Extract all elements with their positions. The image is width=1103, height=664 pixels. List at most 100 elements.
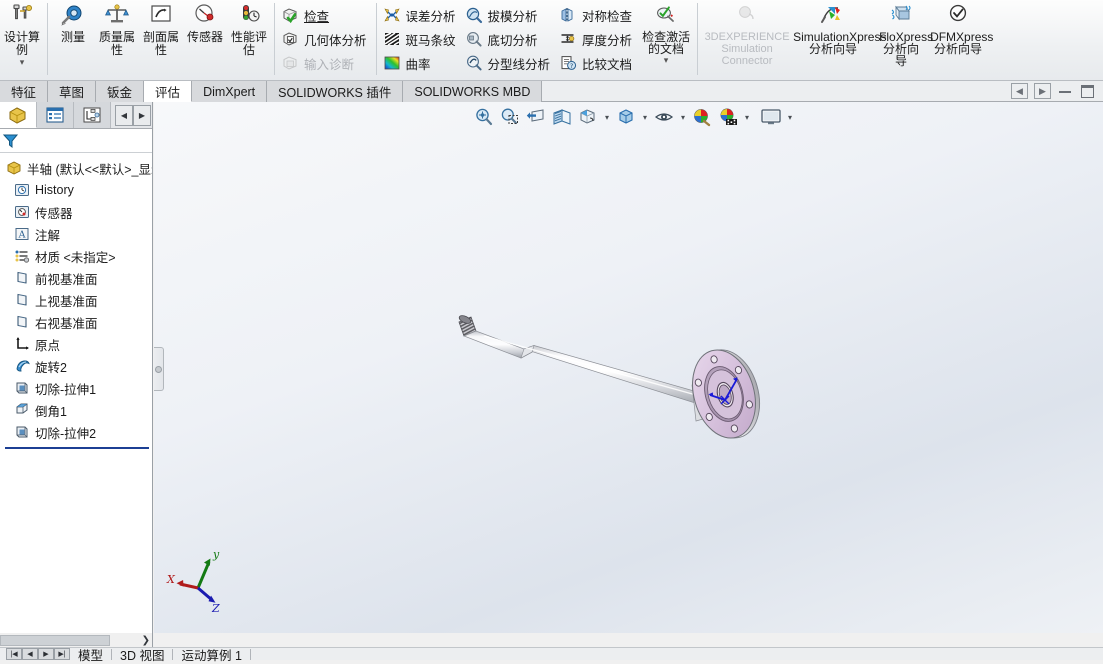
panel-nav-forward[interactable]: ▶ [133,104,151,126]
tab-sketch[interactable]: 草图 [48,81,97,102]
zoom-to-area-button[interactable] [498,105,522,129]
floxpress-button[interactable]: FloXpress 分析向导 [873,0,933,80]
filter-icon [2,132,20,150]
tab-solidworks-mbd[interactable]: SOLIDWORKS MBD [403,81,543,102]
design-study-button[interactable]: 设计算例 ▾ [0,0,44,80]
tree-item-annotations[interactable]: A 注解 [2,223,152,245]
symmetry-check-icon [559,6,577,24]
tree-item-right-plane[interactable]: 右视基准面 [2,311,152,333]
check-active-document-icon [653,3,679,29]
configuration-manager-tab[interactable] [74,102,111,128]
flange-disk [692,349,760,439]
bottom-tab-model[interactable]: 模型 [70,645,111,664]
dfmxpress-label: DFMXpress 分析向导 [930,30,994,56]
performance-evaluation-label: 性能评估 [230,30,267,57]
graphics-viewport[interactable]: ▾ ▾ ▾ ▾ ▾ y X Z [154,102,1103,633]
view-settings-button[interactable] [759,105,783,129]
tree-item-origin[interactable]: 原点 [2,333,152,355]
tree-item-sensors[interactable]: 传感器 [2,201,152,223]
thickness-analysis-button[interactable]: 厚度分析 [556,27,638,51]
tree-item-cut-extrude-2[interactable]: 切除-拉伸2 [2,421,152,443]
parting-line-analysis-button[interactable]: 分型线分析 [462,51,557,75]
curvature-button[interactable]: 曲率 [380,51,462,75]
apply-scene-caret-icon[interactable]: ▾ [742,105,752,129]
restore-icon[interactable] [1079,84,1095,98]
view-orientation-button[interactable] [576,105,600,129]
tree-item-top-plane[interactable]: 上视基准面 [2,289,152,311]
zebra-stripes-button[interactable]: 斑马条纹 [380,27,462,51]
tab-features[interactable]: 特征 [0,81,49,102]
apply-scene-button[interactable] [716,105,740,129]
next-document-icon[interactable]: ▶ [1034,83,1051,99]
display-style-caret-icon[interactable]: ▾ [640,105,650,129]
zoom-to-fit-button[interactable] [472,105,496,129]
geometry-analysis-button[interactable]: 几何体分析 [278,27,373,51]
chevron-down-icon[interactable]: ▾ [664,56,669,65]
feature-manager-tab[interactable] [0,102,37,128]
hide-show-caret-icon[interactable]: ▾ [678,105,688,129]
draft-analysis-button[interactable]: 拔模分析 [462,3,557,27]
view-settings-caret-icon[interactable]: ▾ [785,105,795,129]
tab-solidworks-addins[interactable]: SOLIDWORKS 插件 [267,81,404,102]
bottom-tab-3d-views[interactable]: 3D 视图 [112,645,172,664]
previous-view-button[interactable] [524,105,548,129]
symmetry-check-button[interactable]: 对称检查 [556,3,638,27]
prev-document-icon[interactable]: ◀ [1011,83,1028,99]
chevron-down-icon[interactable]: ▾ [20,58,25,67]
axle-shaft-3d-model[interactable] [454,307,794,447]
check-active-document-button[interactable]: 检查激活的文档 ▾ [638,0,694,80]
tree-filter-bar[interactable] [0,129,152,153]
tree-rollback-bar[interactable] [5,447,149,449]
tree-item-label: 上视基准面 [35,294,98,309]
compare-documents-button[interactable]: ? 比较文档 [556,51,638,75]
tab-evaluate[interactable]: 评估 [144,81,193,102]
tree-item-cut-extrude-1[interactable]: 切除-拉伸1 [2,377,152,399]
import-diagnostics-icon [281,54,299,72]
sensor-button[interactable]: 传感器 [183,0,227,80]
compare-documents-icon: ? [559,54,577,72]
undercut-analysis-button[interactable]: 底切分析 [462,27,557,51]
property-manager-tab[interactable] [37,102,74,128]
tree-item-chamfer[interactable]: 倒角1 [2,399,152,421]
history-icon [14,182,30,198]
tree-item-label: 材质 <未指定> [35,250,116,265]
deviation-analysis-button[interactable]: 误差分析 [380,3,462,27]
edit-appearance-button[interactable] [690,105,714,129]
simulationxpress-icon [820,3,846,29]
tab-dimxpert[interactable]: DimXpert [192,81,268,102]
window-controls: ◀ ▶ [1003,81,1103,101]
dfmxpress-button[interactable]: DFMXpress 分析向导 [929,0,994,80]
sensor-label: 传感器 [186,30,223,44]
bottom-tab-motion-study[interactable]: 运动算例 1 [173,645,249,664]
check-button[interactable]: 检查 [278,3,373,27]
panel-splitter-handle[interactable] [154,347,164,391]
mass-properties-button[interactable]: 质量属性 [95,0,139,80]
ribbon-group-evaluate: 测量 质量属性 剖面属性 传感器 性能评估 [51,0,271,80]
nav-next-button[interactable]: ▶ [38,648,54,660]
command-manager-tabs: 特征 草图 钣金 评估 DimXpert SOLIDWORKS 插件 SOLID… [0,81,1103,102]
tree-item-material[interactable]: 材质 <未指定> [2,245,152,267]
tree-item-front-plane[interactable]: 前视基准面 [2,267,152,289]
nav-last-button[interactable]: ▶| [54,648,70,660]
performance-evaluation-button[interactable]: 性能评估 [227,0,271,80]
nav-first-button[interactable]: |◀ [6,648,22,660]
section-properties-button[interactable]: 剖面属性 [139,0,183,80]
tree-root-label: 半轴 (默认<<默认>_显示 [27,162,153,177]
panel-nav-back[interactable]: ◀ [115,104,133,126]
design-study-label: 设计算例 [3,30,40,57]
tree-item-label: 旋转2 [35,360,67,375]
measure-button[interactable]: 测量 [51,0,95,80]
tab-sheet-metal[interactable]: 钣金 [96,81,145,102]
tree-item-history[interactable]: History [2,179,152,201]
minimize-icon[interactable] [1057,84,1073,98]
view-orientation-caret-icon[interactable]: ▾ [602,105,612,129]
hide-show-items-button[interactable] [652,105,676,129]
nav-prev-button[interactable]: ◀ [22,648,38,660]
tree-root-item[interactable]: 半轴 (默认<<默认>_显示 [2,157,152,179]
tree-item-revolve[interactable]: 旋转2 [2,355,152,377]
section-view-button[interactable] [550,105,574,129]
feature-tree: 半轴 (默认<<默认>_显示 History 传感器 A 注解 材质 <未指定>… [0,153,152,449]
measure-label: 测量 [60,30,85,44]
display-style-button[interactable] [614,105,638,129]
simulationxpress-button[interactable]: SimulationXpress 分析向导 [793,0,886,80]
